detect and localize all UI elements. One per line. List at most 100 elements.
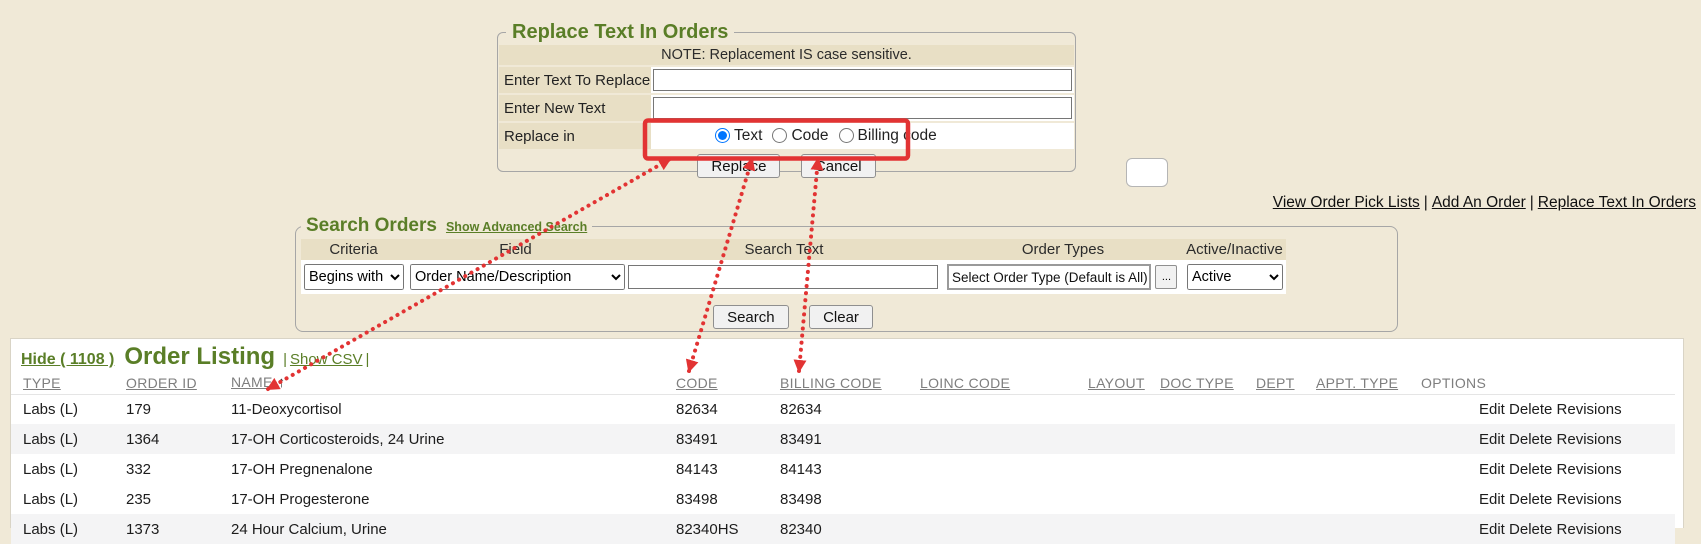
radio-text-label: Text <box>734 127 762 144</box>
col-layout[interactable]: LAYOUT <box>1088 375 1145 391</box>
table-row: Labs (L) 1373 24 Hour Calcium, Urine 823… <box>11 514 1675 544</box>
cell-appt-type <box>1304 424 1409 454</box>
search-button[interactable]: Search <box>713 305 789 329</box>
cell-doc-type <box>1148 454 1244 484</box>
radio-billing-code-label: Billing code <box>858 127 937 144</box>
replace-form-table: NOTE: Replacement IS case sensitive. Ent… <box>499 43 1074 151</box>
col-doc-type[interactable]: DOC TYPE <box>1160 375 1234 391</box>
cell-layout <box>1076 514 1148 544</box>
criteria-header: Criteria <box>301 239 406 260</box>
table-row: Labs (L) 179 11-Deoxycortisol 82634 8263… <box>11 394 1675 424</box>
cell-doc-type <box>1148 514 1244 544</box>
cell-dept <box>1244 424 1304 454</box>
case-sensitive-note: NOTE: Replacement IS case sensitive. <box>499 45 1074 65</box>
search-form-table: Criteria Field Search Text Order Types A… <box>301 239 1286 294</box>
col-order-id[interactable]: ORDER ID <box>126 375 197 391</box>
order-table-body: Labs (L) 179 11-Deoxycortisol 82634 8263… <box>11 394 1675 544</box>
cell-doc-type <box>1148 424 1244 454</box>
cell-billing-code: 82634 <box>768 394 908 424</box>
order-types-header: Order Types <box>943 239 1183 260</box>
link-separator: | <box>1530 194 1534 211</box>
criteria-select[interactable]: Begins with <box>304 264 404 290</box>
col-code[interactable]: CODE <box>676 375 718 391</box>
col-appt-type[interactable]: APPT. TYPE <box>1316 375 1398 391</box>
cell-loinc-code <box>908 514 1076 544</box>
cell-dept <box>1244 514 1304 544</box>
cell-order-id: 1373 <box>114 514 219 544</box>
search-text-input[interactable] <box>628 265 938 289</box>
cell-options[interactable]: Edit Delete Revisions <box>1409 394 1675 424</box>
cell-layout <box>1076 484 1148 514</box>
radio-code[interactable] <box>772 128 787 143</box>
col-name[interactable]: NAME <box>231 374 273 390</box>
cell-code: 82340HS <box>664 514 768 544</box>
cell-code: 82634 <box>664 394 768 424</box>
cell-order-id: 235 <box>114 484 219 514</box>
cancel-button[interactable]: Cancel <box>801 154 876 178</box>
cell-name: 17-OH Corticosteroids, 24 Urine <box>219 424 664 454</box>
replace-panel-title: Replace Text In Orders <box>506 20 734 44</box>
cell-billing-code: 83491 <box>768 424 908 454</box>
cell-loinc-code <box>908 454 1076 484</box>
col-billing-code[interactable]: BILLING CODE <box>780 375 882 391</box>
order-table-header-row: TYPE ORDER ID NAME ↑ CODE BILLING CODE LO… <box>11 372 1675 394</box>
search-orders-panel: Search OrdersShow Advanced Search Criter… <box>295 226 1398 332</box>
cell-order-id: 332 <box>114 454 219 484</box>
cell-appt-type <box>1304 454 1409 484</box>
clear-button[interactable]: Clear <box>809 305 873 329</box>
cell-loinc-code <box>908 424 1076 454</box>
table-row: Labs (L) 332 17-OH Pregnenalone 84143 84… <box>11 454 1675 484</box>
cell-options[interactable]: Edit Delete Revisions <box>1409 484 1675 514</box>
order-action-links: View Order Pick Lists|Add An Order|Repla… <box>1273 194 1696 212</box>
text-to-replace-input[interactable] <box>653 69 1072 91</box>
cell-code: 83491 <box>664 424 768 454</box>
cell-options[interactable]: Edit Delete Revisions <box>1409 424 1675 454</box>
order-listing-panel: Hide ( 1108 )Order Listing|Show CSV| TYP… <box>10 338 1684 528</box>
empty-popup-box <box>1126 158 1168 187</box>
hide-count-link[interactable]: Hide ( 1108 ) <box>21 351 114 368</box>
cell-doc-type <box>1148 484 1244 514</box>
cell-options[interactable]: Edit Delete Revisions <box>1409 514 1675 544</box>
replace-text-panel: Replace Text In Orders NOTE: Replacement… <box>497 32 1076 172</box>
cell-dept <box>1244 484 1304 514</box>
field-select[interactable]: Order Name/Description <box>410 264 625 290</box>
radio-text[interactable] <box>715 128 730 143</box>
active-inactive-select[interactable]: Active <box>1187 264 1283 290</box>
cell-dept <box>1244 394 1304 424</box>
replace-in-radio-group: TextCodeBilling code <box>715 127 947 144</box>
add-an-order-link[interactable]: Add An Order <box>1432 194 1526 211</box>
text-to-replace-label: Enter Text To Replace <box>499 67 651 93</box>
link-separator: | <box>1424 194 1428 211</box>
search-orders-title: Search Orders <box>306 215 437 236</box>
col-dept[interactable]: DEPT <box>1256 375 1295 391</box>
replace-button[interactable]: Replace <box>697 154 780 178</box>
new-text-label: Enter New Text <box>499 95 651 121</box>
order-table: TYPE ORDER ID NAME ↑ CODE BILLING CODE LO… <box>11 372 1675 544</box>
replace-text-in-orders-link[interactable]: Replace Text In Orders <box>1538 194 1696 211</box>
cell-appt-type <box>1304 394 1409 424</box>
cell-name: 24 Hour Calcium, Urine <box>219 514 664 544</box>
cell-options[interactable]: Edit Delete Revisions <box>1409 454 1675 484</box>
radio-billing-code[interactable] <box>839 128 854 143</box>
cell-appt-type <box>1304 484 1409 514</box>
cell-doc-type <box>1148 394 1244 424</box>
cell-code: 83498 <box>664 484 768 514</box>
order-type-browse-button[interactable]: ... <box>1155 265 1177 289</box>
active-inactive-header: Active/Inactive <box>1183 239 1286 260</box>
sort-ascending-icon: ↑ <box>278 374 286 391</box>
new-text-input[interactable] <box>653 97 1072 119</box>
cell-appt-type <box>1304 514 1409 544</box>
cell-type: Labs (L) <box>11 424 114 454</box>
cell-type: Labs (L) <box>11 394 114 424</box>
col-loinc-code[interactable]: LOINC CODE <box>920 375 1010 391</box>
col-type[interactable]: TYPE <box>23 375 61 391</box>
search-text-header: Search Text <box>625 239 943 260</box>
view-order-pick-lists-link[interactable]: View Order Pick Lists <box>1273 194 1420 211</box>
order-type-input[interactable] <box>947 264 1151 290</box>
show-advanced-search-link[interactable]: Show Advanced Search <box>446 220 587 234</box>
cell-layout <box>1076 454 1148 484</box>
show-csv-link[interactable]: Show CSV <box>290 351 363 368</box>
cell-order-id: 1364 <box>114 424 219 454</box>
col-options: OPTIONS <box>1421 375 1486 391</box>
cell-billing-code: 84143 <box>768 454 908 484</box>
